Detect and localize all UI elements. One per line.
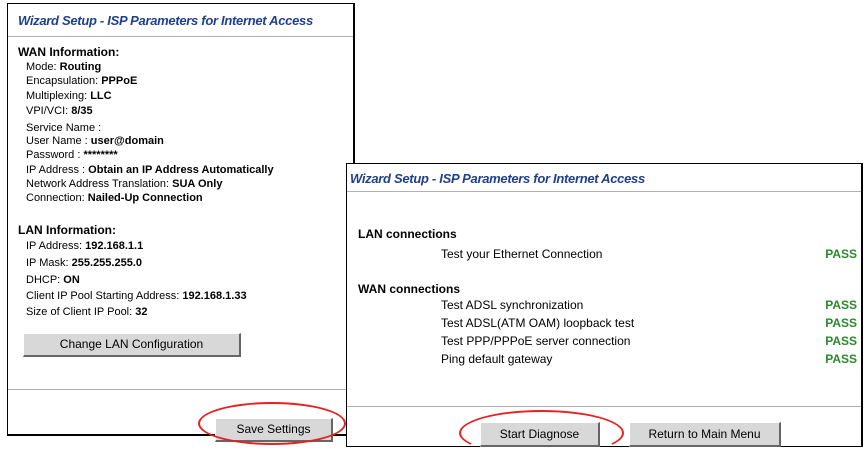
lan-row-pool-start: Client IP Pool Starting Address: 192.168… bbox=[26, 290, 247, 302]
lan-test-name: Test your Ethernet Connection bbox=[441, 247, 603, 261]
wan-test-result: PASS bbox=[825, 352, 857, 366]
wan-row-vpi-vci: VPI/VCI: 8/35 bbox=[26, 105, 93, 117]
save-settings-button[interactable]: Save Settings bbox=[215, 418, 333, 442]
wan-row-multiplexing: Multiplexing: LLC bbox=[26, 90, 112, 102]
wan-test-result: PASS bbox=[825, 334, 857, 348]
diagnose-title: Wizard Setup - ISP Parameters for Intern… bbox=[350, 171, 645, 186]
change-lan-configuration-button[interactable]: Change LAN Configuration bbox=[23, 333, 241, 357]
wan-row-user-name: User Name : user@domain bbox=[26, 135, 164, 147]
wan-test-name: Test ADSL(ATM OAM) loopback test bbox=[441, 316, 635, 330]
wan-test-row: Test ADSL(ATM OAM) loopback test PASS bbox=[347, 316, 857, 330]
divider bbox=[347, 191, 861, 193]
divider bbox=[347, 406, 861, 408]
wan-row-connection: Connection: Nailed-Up Connection bbox=[26, 192, 203, 204]
wan-row-mode: Mode: Routing bbox=[26, 61, 102, 73]
wan-test-row: Ping default gateway PASS bbox=[347, 352, 857, 366]
lan-row-ip-address: IP Address: 192.168.1.1 bbox=[26, 240, 144, 252]
lan-test-result: PASS bbox=[825, 247, 857, 261]
wizard-summary-panel: Wizard Setup - ISP Parameters for Intern… bbox=[7, 3, 355, 442]
wan-row-password: Password : ******** bbox=[26, 149, 118, 161]
lan-connections-heading: LAN connections bbox=[358, 227, 457, 241]
wan-test-row: Test ADSL synchronization PASS bbox=[347, 298, 857, 312]
wan-row-ip-address: IP Address : Obtain an IP Address Automa… bbox=[26, 164, 274, 176]
start-diagnose-button[interactable]: Start Diagnose bbox=[480, 422, 600, 447]
lan-info-heading: LAN Information: bbox=[18, 223, 116, 237]
wan-info-heading: WAN Information: bbox=[18, 45, 120, 59]
wan-test-name: Test ADSL synchronization bbox=[441, 298, 584, 312]
lan-row-pool-size: Size of Client IP Pool: 32 bbox=[26, 306, 148, 318]
lan-test-row: Test your Ethernet Connection PASS bbox=[347, 247, 857, 261]
wan-test-result: PASS bbox=[825, 316, 857, 330]
lan-row-dhcp: DHCP: ON bbox=[26, 274, 80, 286]
divider bbox=[8, 36, 353, 38]
wizard-summary-title: Wizard Setup - ISP Parameters for Intern… bbox=[18, 13, 313, 28]
lan-row-ip-mask: IP Mask: 255.255.255.0 bbox=[26, 257, 143, 269]
wan-test-row: Test PPP/PPPoE server connection PASS bbox=[347, 334, 857, 348]
wan-test-name: Ping default gateway bbox=[441, 352, 553, 366]
wan-connections-heading: WAN connections bbox=[358, 282, 461, 296]
diagnose-panel: Wizard Setup - ISP Parameters for Intern… bbox=[346, 163, 863, 447]
wan-row-encapsulation: Encapsulation: PPPoE bbox=[26, 75, 138, 87]
divider bbox=[8, 389, 353, 391]
wan-test-name: Test PPP/PPPoE server connection bbox=[441, 334, 631, 348]
wan-test-result: PASS bbox=[825, 298, 857, 312]
wan-row-nat: Network Address Translation: SUA Only bbox=[26, 178, 223, 190]
wan-row-service-name: Service Name : bbox=[26, 122, 102, 134]
return-to-main-menu-button[interactable]: Return to Main Menu bbox=[629, 422, 781, 447]
